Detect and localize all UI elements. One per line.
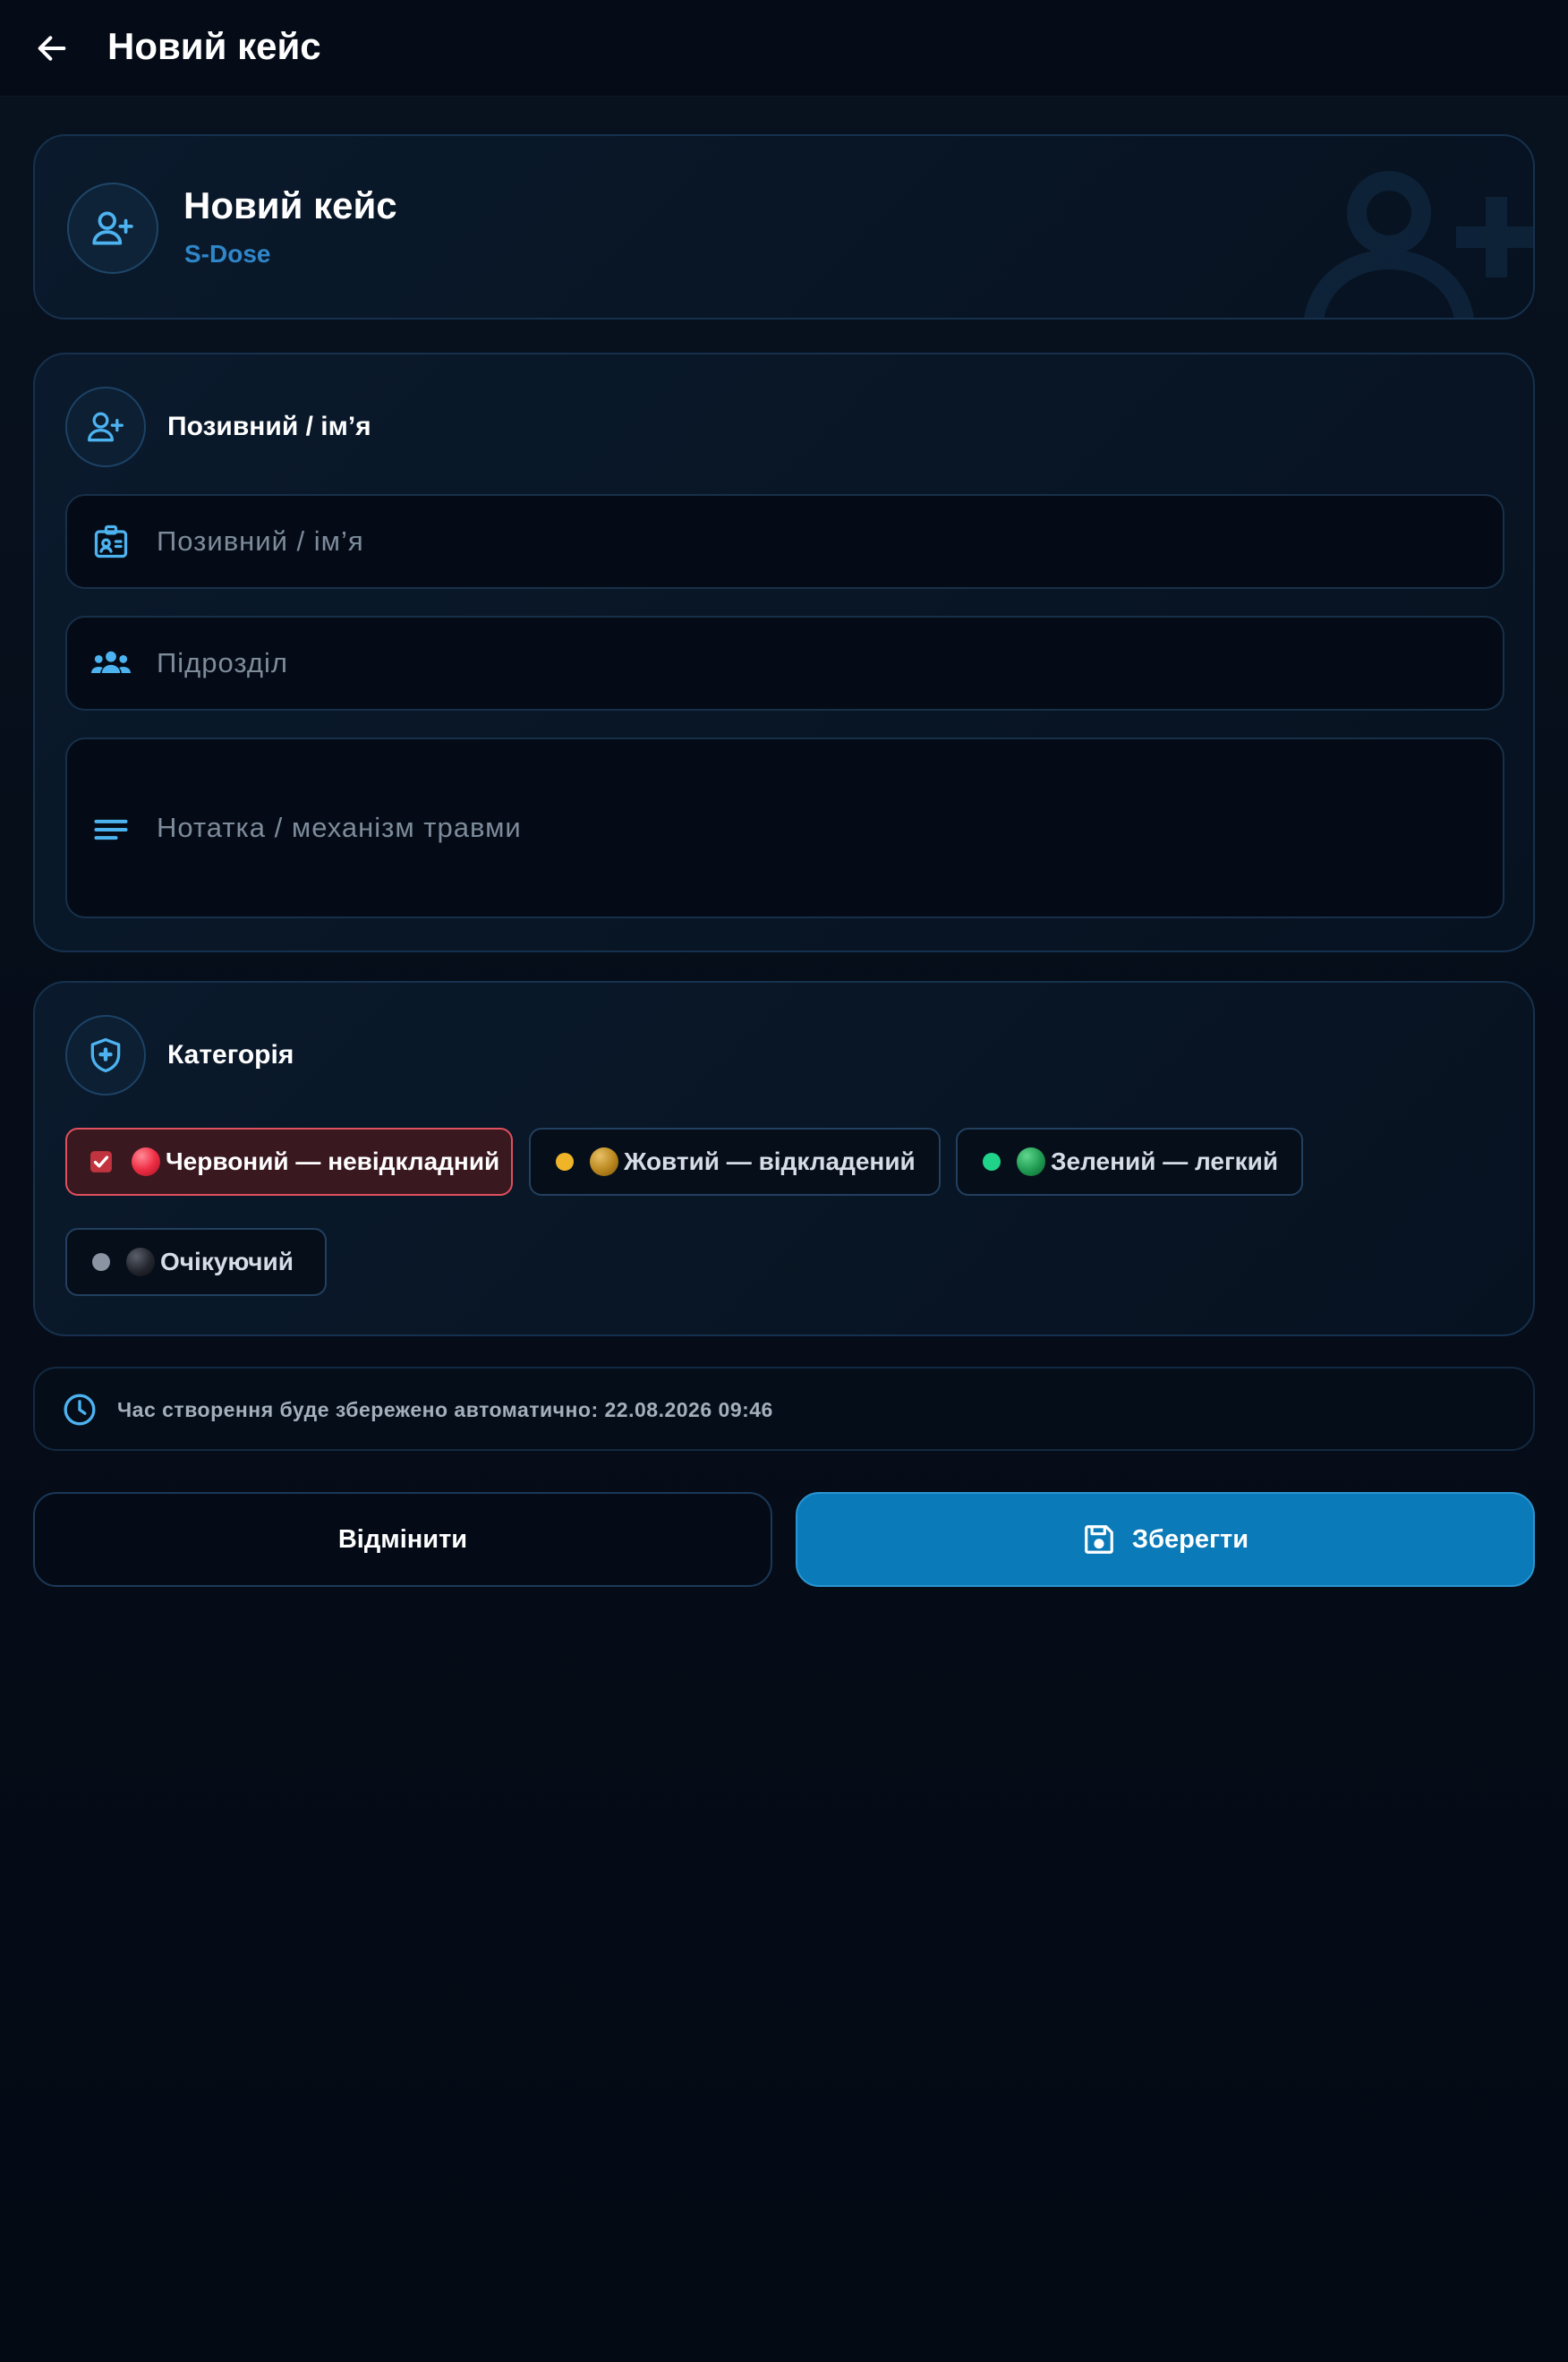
back-button[interactable] bbox=[25, 21, 79, 75]
hero-title: Новий кейс bbox=[183, 184, 397, 226]
black-circle-icon bbox=[126, 1248, 155, 1276]
status-dot bbox=[556, 1153, 574, 1171]
red-circle-icon bbox=[132, 1147, 160, 1176]
status-dot bbox=[983, 1153, 1001, 1171]
case-info-card: Позивний / ім’я bbox=[33, 353, 1535, 952]
green-circle-icon bbox=[1017, 1147, 1045, 1176]
hero-avatar bbox=[67, 183, 158, 274]
chip-label: Очікуючий bbox=[160, 1248, 294, 1275]
section-icon-circle bbox=[65, 1015, 146, 1096]
chip-label: Зелений — легкий bbox=[1051, 1147, 1279, 1175]
note-field[interactable] bbox=[65, 738, 1504, 918]
save-button[interactable]: Зберегти bbox=[796, 1492, 1535, 1587]
user-plus-icon bbox=[88, 412, 124, 442]
timestamp-text: Час створення буде збережено автоматично… bbox=[117, 1398, 773, 1421]
hero-subtitle: S-Dose bbox=[184, 240, 271, 268]
category-chip-pending[interactable]: Очікуючий bbox=[65, 1228, 327, 1296]
group-icon bbox=[89, 641, 133, 686]
shield-plus-icon bbox=[90, 1037, 121, 1073]
arrow-left-icon bbox=[38, 36, 66, 61]
category-chip-red[interactable]: Червоний — невідкладний bbox=[65, 1128, 513, 1196]
section-title-category: Категорія bbox=[167, 1040, 294, 1070]
category-chip-yellow[interactable]: Жовтий — відкладений bbox=[529, 1128, 941, 1196]
category-chip-green[interactable]: Зелений — легкий bbox=[956, 1128, 1303, 1196]
hero-card: Новий кейс S-Dose bbox=[33, 134, 1535, 320]
lines-icon bbox=[89, 807, 133, 852]
callsign-input[interactable] bbox=[157, 521, 1481, 562]
floppy-disk-icon bbox=[1085, 1525, 1113, 1554]
user-plus-watermark-icon bbox=[1304, 171, 1533, 318]
user-plus-icon bbox=[92, 211, 133, 245]
timestamp-info: Час створення буде збережено автоматично… bbox=[33, 1367, 1535, 1451]
page-title: Новий кейс bbox=[107, 25, 321, 67]
note-input[interactable] bbox=[157, 807, 1481, 848]
status-dot bbox=[92, 1253, 110, 1271]
section-icon-circle bbox=[65, 387, 146, 467]
unit-field[interactable] bbox=[65, 616, 1504, 711]
category-card: Категорія Червоний — невідкладний Жовтий… bbox=[33, 981, 1535, 1336]
save-label: Зберегти bbox=[1131, 1524, 1249, 1554]
cancel-label: Відмінити bbox=[337, 1524, 468, 1554]
chip-label: Жовтий — відкладений bbox=[624, 1147, 916, 1175]
callsign-field[interactable] bbox=[65, 494, 1504, 589]
yellow-circle-icon bbox=[590, 1147, 618, 1176]
section-title-callsign: Позивний / ім’я bbox=[167, 412, 371, 441]
unit-input[interactable] bbox=[157, 643, 1481, 684]
chip-label: Червоний — невідкладний bbox=[166, 1147, 500, 1175]
app-bar: Новий кейс bbox=[0, 0, 1568, 97]
cancel-button[interactable]: Відмінити bbox=[33, 1492, 772, 1587]
clock-icon bbox=[64, 1394, 96, 1426]
id-badge-icon bbox=[89, 519, 133, 564]
check-icon bbox=[89, 1149, 114, 1174]
